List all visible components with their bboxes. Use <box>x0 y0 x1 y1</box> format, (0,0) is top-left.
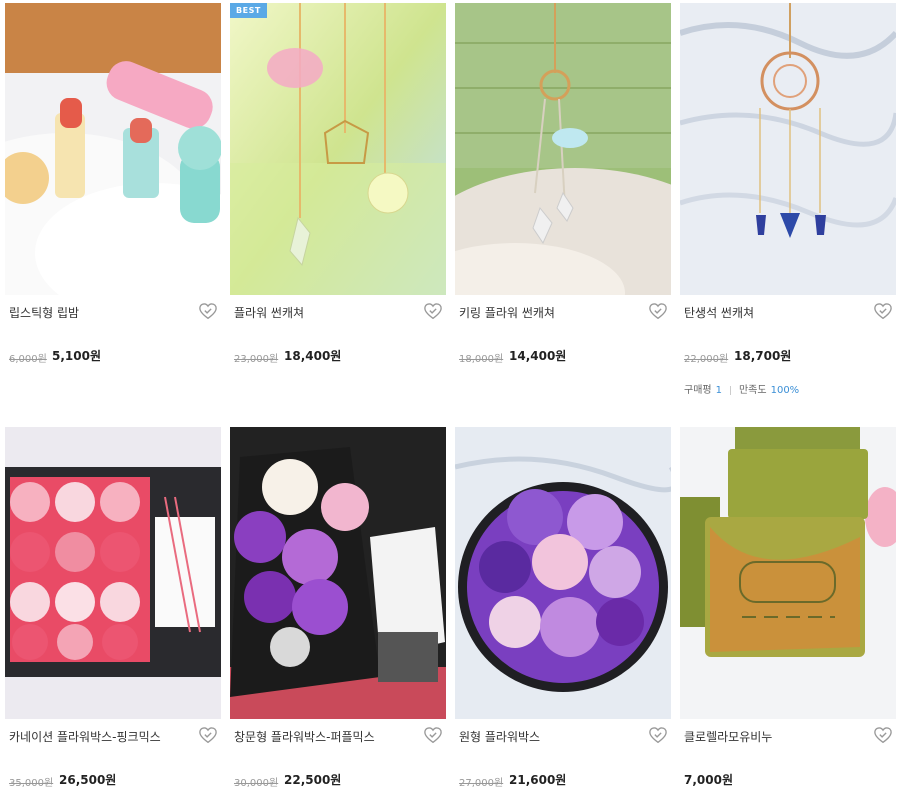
sale-price: 5,100원 <box>52 349 101 363</box>
sale-price: 18,700원 <box>734 349 792 363</box>
purchase-review-label: 구매평 <box>684 385 712 396</box>
product-card[interactable]: 카네이션 플라워박스-핑크믹스 35,000원 26,500원 <box>5 427 221 793</box>
original-price: 27,000원 <box>459 778 504 789</box>
original-price: 22,000원 <box>684 354 729 365</box>
heart-check-icon[interactable] <box>199 303 217 321</box>
product-name[interactable]: 클로렐라모유비누 <box>684 728 772 745</box>
heart-check-icon[interactable] <box>874 727 892 745</box>
product-name[interactable]: 키링 플라워 썬캐쳐 <box>459 304 555 321</box>
product-image[interactable] <box>680 3 896 295</box>
sale-price: 21,600원 <box>509 773 567 787</box>
heart-check-icon[interactable] <box>199 727 217 745</box>
product-card[interactable]: 립스틱형 립밤 6,000원 5,100원 <box>5 3 221 369</box>
heart-check-icon[interactable] <box>649 303 667 321</box>
heart-check-icon[interactable] <box>424 727 442 745</box>
review-summary: 구매평 1 만족도 100% <box>684 381 799 396</box>
original-price: 18,000원 <box>459 354 504 365</box>
product-image[interactable]: BEST <box>230 3 446 295</box>
product-card[interactable]: BEST 플라워 썬캐쳐 23,000원 18,400원 <box>230 3 446 369</box>
product-image[interactable] <box>455 427 671 719</box>
product-card[interactable]: 키링 플라워 썬캐쳐 18,000원 14,400원 <box>455 3 671 369</box>
product-card[interactable]: 창문형 플라워박스-퍼플믹스 30,000원 22,500원 <box>230 427 446 793</box>
product-card[interactable]: 원형 플라워박스 27,000원 21,600원 <box>455 427 671 793</box>
satisfaction-label: 만족도 <box>738 385 767 396</box>
product-name[interactable]: 창문형 플라워박스-퍼플믹스 <box>234 728 375 745</box>
best-badge: BEST <box>230 3 267 18</box>
product-image[interactable] <box>230 427 446 719</box>
product-name[interactable]: 플라워 썬캐쳐 <box>234 304 304 321</box>
sale-price: 14,400원 <box>509 349 567 363</box>
product-card[interactable]: 탄생석 썬캐쳐 22,000원 18,700원 구매평 1 만족도 100% <box>680 3 896 396</box>
heart-check-icon[interactable] <box>874 303 892 321</box>
sale-price: 26,500원 <box>59 773 117 787</box>
product-name[interactable]: 카네이션 플라워박스-핑크믹스 <box>9 728 161 745</box>
original-price: 6,000원 <box>9 354 47 365</box>
original-price: 30,000원 <box>234 778 279 789</box>
sale-price: 22,500원 <box>284 773 342 787</box>
original-price: 23,000원 <box>234 354 279 365</box>
product-image[interactable] <box>5 3 221 295</box>
product-name[interactable]: 탄생석 썬캐쳐 <box>684 304 754 321</box>
product-name[interactable]: 원형 플라워박스 <box>459 728 540 745</box>
product-image[interactable] <box>5 427 221 719</box>
divider <box>729 385 731 395</box>
purchase-review-count: 1 <box>715 385 722 396</box>
product-card[interactable]: 클로렐라모유비누 7,000원 <box>680 427 896 793</box>
product-name[interactable]: 립스틱형 립밤 <box>9 304 79 321</box>
heart-check-icon[interactable] <box>649 727 667 745</box>
heart-check-icon[interactable] <box>424 303 442 321</box>
product-grid: 립스틱형 립밤 6,000원 5,100원 BEST 플라워 썬캐쳐 23,00… <box>0 0 900 789</box>
satisfaction-value: 100% <box>770 385 800 396</box>
sale-price: 7,000원 <box>684 773 733 787</box>
product-image[interactable] <box>680 427 896 719</box>
product-image[interactable] <box>455 3 671 295</box>
original-price: 35,000원 <box>9 778 54 789</box>
sale-price: 18,400원 <box>284 349 342 363</box>
